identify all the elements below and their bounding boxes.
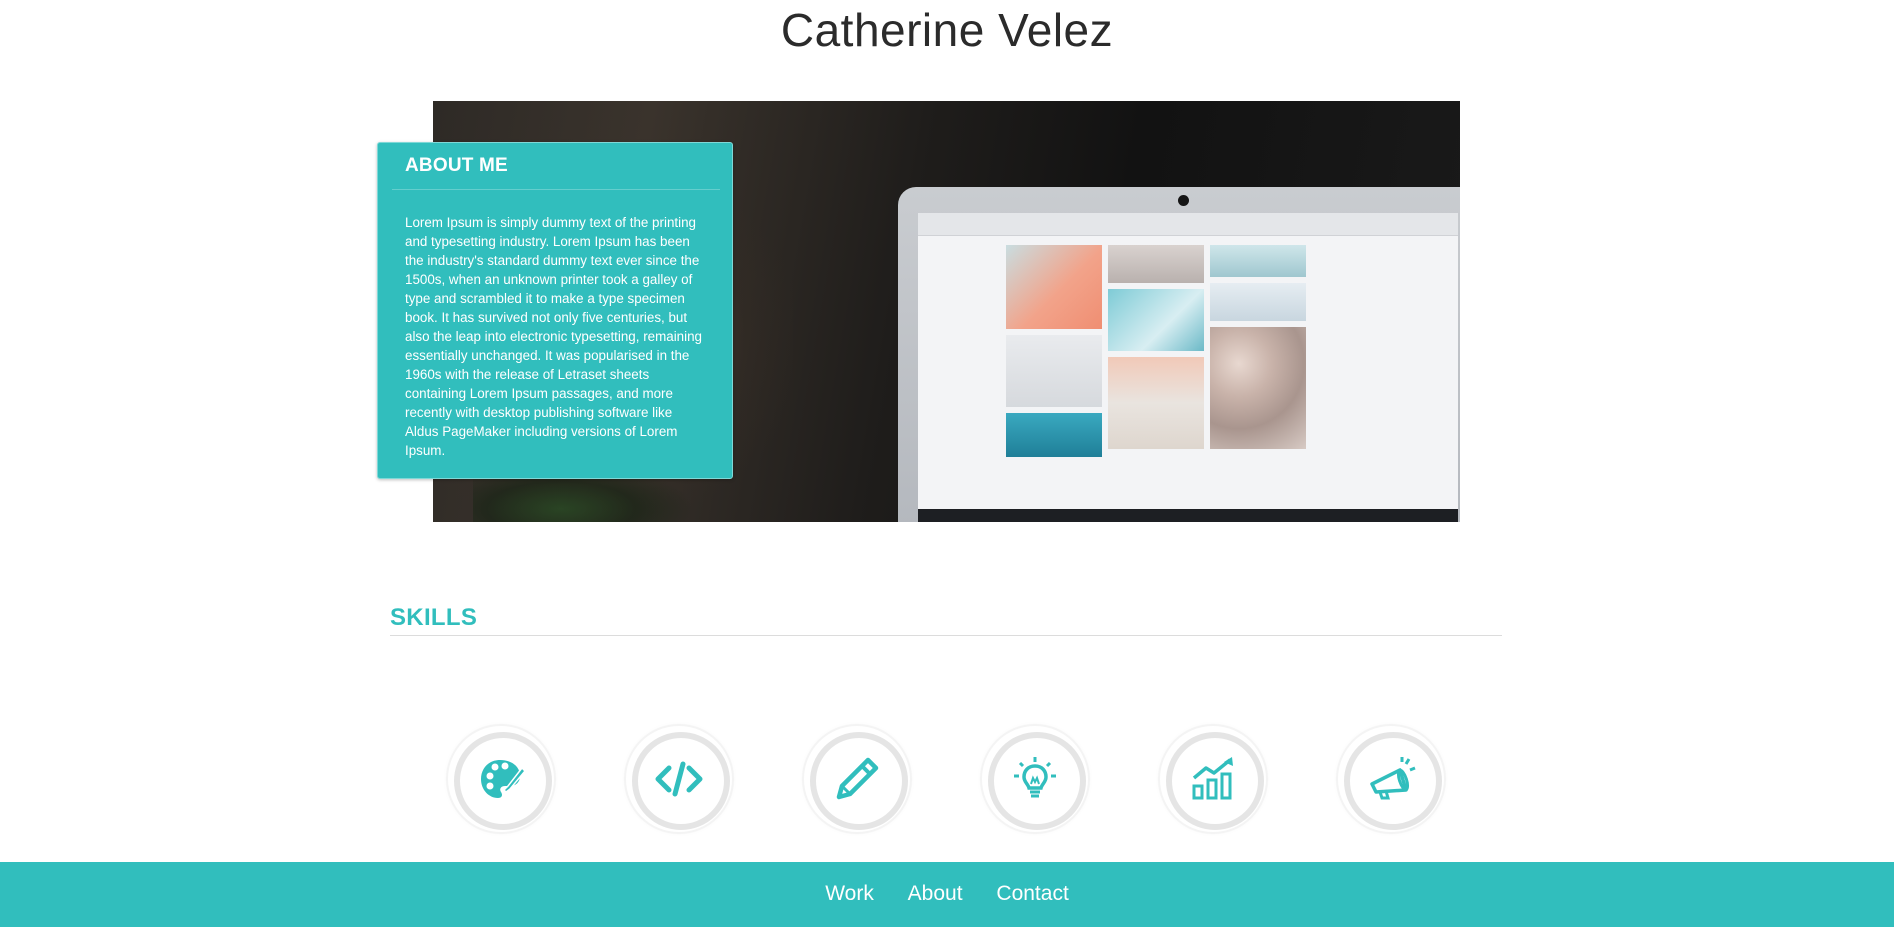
page: Catherine Velez ABOUT ME Lorem Ipsum is …: [0, 0, 1894, 927]
footer-link-work[interactable]: Work: [825, 882, 874, 905]
palette-icon: [481, 760, 526, 798]
about-card: ABOUT ME Lorem Ipsum is simply dummy tex…: [377, 142, 733, 479]
footer-nav: Work About Contact: [0, 882, 1894, 906]
footer-link-about[interactable]: About: [908, 882, 963, 905]
about-divider: [392, 189, 720, 190]
skill-design: [448, 726, 554, 832]
skill-marketing: [1338, 726, 1444, 832]
skill-code: [626, 726, 732, 832]
laptop-illustration: [898, 187, 1460, 522]
footer-link-contact[interactable]: Contact: [996, 882, 1068, 905]
footer: Work About Contact: [0, 862, 1894, 927]
about-heading: ABOUT ME: [405, 155, 508, 176]
skill-growth: [1160, 726, 1266, 832]
lightbulb-icon: [1014, 757, 1056, 798]
megaphone-icon: [1370, 757, 1416, 800]
skill-ideas: [982, 726, 1088, 832]
code-icon: [655, 761, 703, 797]
pencil-icon: [836, 757, 879, 800]
site-title: Catherine Velez: [780, 4, 1114, 56]
skills-divider: [390, 635, 1502, 636]
skill-writing: [804, 726, 910, 832]
growth-chart-icon: [1192, 757, 1233, 800]
about-text: Lorem Ipsum is simply dummy text of the …: [405, 215, 703, 458]
skills-heading: SKILLS: [390, 604, 478, 631]
